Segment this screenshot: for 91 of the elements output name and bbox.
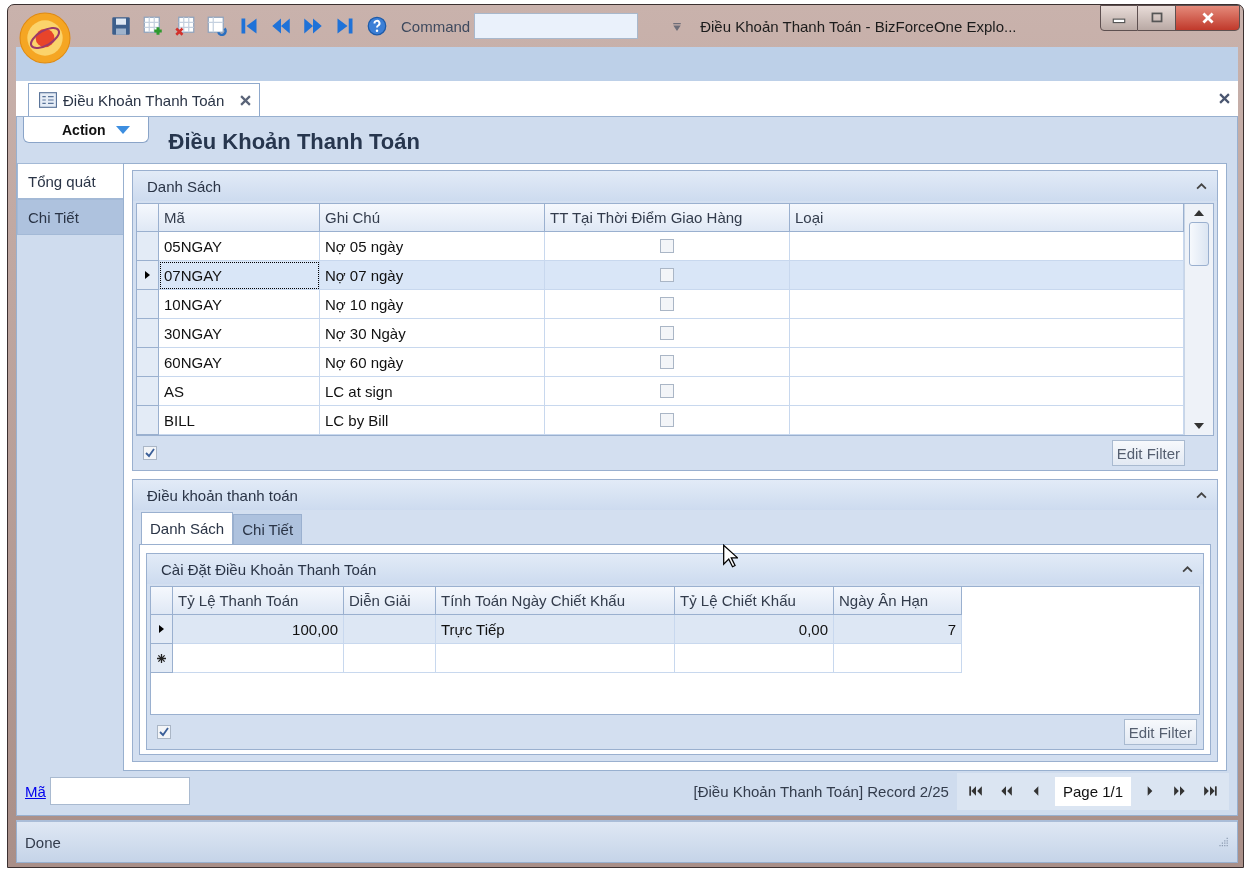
filter-checkbox[interactable] <box>157 725 171 739</box>
close-icon[interactable] <box>240 94 252 106</box>
close-button[interactable] <box>1176 5 1240 31</box>
table-cell: Nợ 30 Ngày <box>320 319 545 348</box>
side-tab[interactable]: Chi Tiết <box>17 199 123 235</box>
caret-icon <box>115 125 130 134</box>
first-record-icon[interactable] <box>239 16 259 36</box>
table-row[interactable]: 60NGAY Nợ 60 ngày <box>137 348 1184 377</box>
page-heading: Điều Khoản Thanh Toán <box>168 129 420 156</box>
document-tab-label: Điều Khoản Thanh Toán <box>63 91 225 109</box>
row-indicator[interactable] <box>137 261 159 290</box>
table-row[interactable]: BILL LC by Bill <box>137 406 1184 435</box>
minimize-button[interactable] <box>1100 5 1138 31</box>
table-cell: Nợ 60 ngày <box>320 348 545 377</box>
vertical-scrollbar[interactable] <box>1184 204 1213 435</box>
table-row[interactable]: 100,00 Trực Tiếp 0,00 7 <box>151 615 1199 644</box>
scroll-thumb[interactable] <box>1189 222 1209 266</box>
previous-record-icon[interactable] <box>271 16 291 36</box>
checkbox[interactable] <box>660 239 674 253</box>
current-row-icon <box>159 625 164 633</box>
document-tab[interactable]: Điều Khoản Thanh Toán <box>28 83 261 116</box>
action-button[interactable]: Action <box>23 117 149 143</box>
last-record-icon[interactable] <box>335 16 355 36</box>
edit-filter-button[interactable]: Edit Filter <box>1111 440 1185 466</box>
form-icon <box>39 92 57 108</box>
table-cell: 30NGAY <box>159 319 320 348</box>
checkbox[interactable] <box>660 297 674 311</box>
table-cell: 0,00 <box>675 615 834 644</box>
add-row-icon[interactable] <box>143 16 163 36</box>
row-indicator[interactable] <box>151 644 173 673</box>
command-field[interactable] <box>474 13 639 39</box>
table-cell: 10NGAY <box>159 290 320 319</box>
table-cell: Nợ 07 ngày <box>320 261 545 290</box>
collapse-icon[interactable] <box>1196 182 1207 190</box>
delete-row-icon[interactable] <box>175 16 195 36</box>
checkbox[interactable] <box>660 326 674 340</box>
new-row-icon <box>157 653 166 663</box>
scroll-down-icon[interactable] <box>1194 423 1204 429</box>
resize-grip-icon[interactable] <box>1217 836 1229 848</box>
table-cell: AS <box>159 377 320 406</box>
column-header[interactable]: Loại <box>790 204 1184 232</box>
table-cell: BILL <box>159 406 320 435</box>
page-indicator: Page 1/1 <box>1054 776 1131 806</box>
table-row[interactable]: AS LC at sign <box>137 377 1184 406</box>
table-cell: 07NGAY <box>159 261 320 290</box>
group-title: Điều khoản thanh toán <box>147 486 298 504</box>
checkbox[interactable] <box>660 355 674 369</box>
checkbox[interactable] <box>660 384 674 398</box>
column-header[interactable]: Tính Toán Ngày Chiết Khấu <box>436 587 675 615</box>
help-icon[interactable] <box>367 16 387 36</box>
save-icon[interactable] <box>111 16 131 36</box>
tab[interactable]: Chi Tiết <box>233 514 303 544</box>
table-cell: LC by Bill <box>320 406 545 435</box>
table-cell: 100,00 <box>173 615 344 644</box>
group-title: Cài Đặt Điều Khoản Thanh Toán <box>161 560 377 578</box>
quick-access-menu-icon[interactable] <box>672 21 683 31</box>
filter-link[interactable]: Mã <box>25 782 46 800</box>
edit-filter-button[interactable]: Edit Filter <box>1123 719 1197 745</box>
column-header[interactable]: Diễn Giải <box>344 587 436 615</box>
window-title: Điều Khoản Thanh Toán - BizForceOne Explo... <box>700 17 1017 35</box>
command-label: Command <box>401 17 471 35</box>
scroll-up-icon[interactable] <box>1194 210 1204 216</box>
group-title: Danh Sách <box>147 177 222 195</box>
tab[interactable]: Danh Sách <box>141 512 234 544</box>
column-header[interactable]: Tỷ Lệ Thanh Toán <box>173 587 344 615</box>
row-indicator[interactable] <box>151 615 173 644</box>
table-row[interactable]: 10NGAY Nợ 10 ngày <box>137 290 1184 319</box>
column-header[interactable]: Tỷ Lệ Chiết Khấu <box>675 587 834 615</box>
column-header[interactable]: Ghi Chú <box>320 204 545 232</box>
column-header[interactable]: TT Tại Thời Điểm Giao Hàng <box>545 204 790 232</box>
close-icon[interactable] <box>1219 93 1230 104</box>
table-row[interactable]: 07NGAY Nợ 07 ngày <box>137 261 1184 290</box>
table-cell: Trực Tiếp <box>436 615 675 644</box>
side-tab[interactable]: Tổng quát <box>17 163 123 199</box>
next-record-icon[interactable] <box>303 16 323 36</box>
table-cell: LC at sign <box>320 377 545 406</box>
checkbox[interactable] <box>660 413 674 427</box>
table-cell: Nợ 10 ngày <box>320 290 545 319</box>
collapse-icon[interactable] <box>1182 565 1193 573</box>
table-cell: 60NGAY <box>159 348 320 377</box>
table-row[interactable]: 30NGAY Nợ 30 Ngày <box>137 319 1184 348</box>
record-counter: [Điều Khoản Thanh Toán] Record 2/25 <box>693 782 949 800</box>
checkbox[interactable] <box>660 268 674 282</box>
column-header[interactable]: Ngày Ân Hạn <box>834 587 962 615</box>
maximize-button[interactable] <box>1138 5 1176 31</box>
refresh-grid-icon[interactable] <box>207 16 227 36</box>
filter-field[interactable] <box>49 777 190 805</box>
status-text: Done <box>25 833 61 851</box>
collapse-icon[interactable] <box>1196 491 1207 499</box>
column-header[interactable]: Mã <box>159 204 320 232</box>
filter-checkbox[interactable] <box>143 446 157 460</box>
